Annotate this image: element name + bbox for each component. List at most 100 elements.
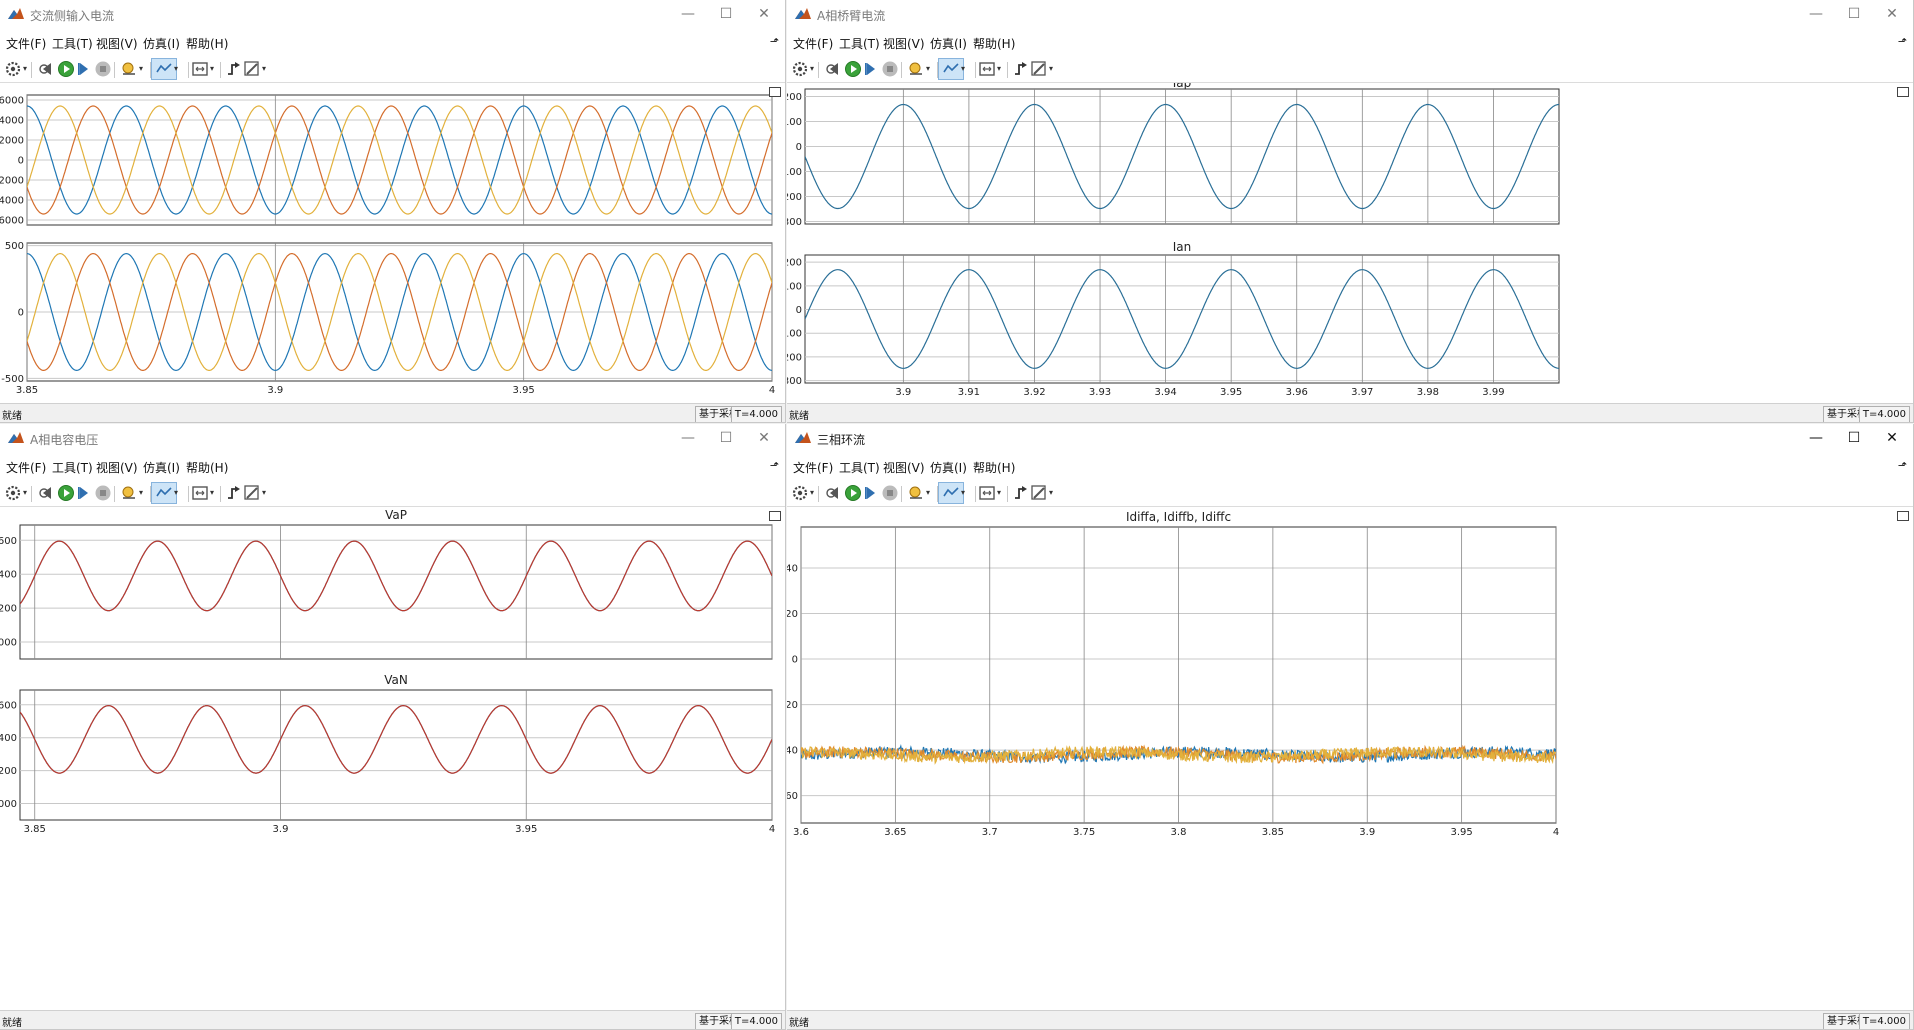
chevron-down-icon[interactable]: ▾ [997,488,1001,497]
style-icon[interactable] [1030,484,1048,502]
menu-help[interactable]: 帮助(H) [973,459,1015,476]
style-icon[interactable] [1030,60,1048,78]
maximize-button[interactable]: ☐ [711,428,741,448]
step-back-icon[interactable] [38,60,56,78]
style-icon[interactable] [243,60,261,78]
stop-icon[interactable] [94,484,112,502]
stop-icon[interactable] [881,60,899,78]
chevron-down-icon[interactable]: ▾ [23,64,27,73]
menu-file[interactable]: 文件(F) [793,35,833,52]
menu-tools[interactable]: 工具(T) [839,35,880,52]
undock-icon[interactable] [769,87,781,97]
undock-icon[interactable] [1897,87,1909,97]
menu-simulation[interactable]: 仿真(I) [143,35,180,52]
step-back-icon[interactable] [825,60,843,78]
highlight-icon[interactable] [120,60,138,78]
menu-view[interactable]: 视图(V) [883,459,925,476]
menu-simulation[interactable]: 仿真(I) [143,459,180,476]
menu-view[interactable]: 视图(V) [96,459,138,476]
chevron-down-icon[interactable]: ▾ [262,64,266,73]
run-icon[interactable] [57,60,75,78]
run-icon[interactable] [844,60,862,78]
chevron-down-icon[interactable]: ▾ [210,64,214,73]
gear-icon[interactable] [791,484,809,502]
step-back-icon[interactable] [38,484,56,502]
minimize-button[interactable]: — [1801,428,1831,448]
stop-icon[interactable] [881,484,899,502]
step-forward-icon[interactable] [862,60,880,78]
pin-icon[interactable]: ⬏ [1898,459,1907,472]
triggers-icon[interactable] [1012,60,1030,78]
pin-icon[interactable]: ⬏ [1898,35,1907,48]
menu-view[interactable]: 视图(V) [96,35,138,52]
close-button[interactable]: ✕ [1877,428,1907,448]
undock-icon[interactable] [1897,511,1909,521]
run-icon[interactable] [57,484,75,502]
menu-simulation[interactable]: 仿真(I) [930,459,967,476]
triggers-icon[interactable] [225,484,243,502]
menu-help[interactable]: 帮助(H) [973,35,1015,52]
scope-window-phase-a-capacitor-voltage[interactable]: A相电容电压 — ☐ ✕ 文件(F) 工具(T) 视图(V) 仿真(I) 帮助(… [0,424,786,1030]
run-icon[interactable] [844,484,862,502]
title-bar[interactable]: A相电容电压 — ☐ ✕ [0,424,785,452]
scale-icon[interactable] [978,484,996,502]
menu-view[interactable]: 视图(V) [883,35,925,52]
step-forward-icon[interactable] [75,60,93,78]
menu-simulation[interactable]: 仿真(I) [930,35,967,52]
scale-icon[interactable] [191,60,209,78]
chevron-down-icon[interactable]: ▾ [210,488,214,497]
step-back-icon[interactable] [825,484,843,502]
scope-window-phase-a-arm-current[interactable]: A相桥臂电流 — ☐ ✕ 文件(F) 工具(T) 视图(V) 仿真(I) 帮助(… [787,0,1914,423]
menu-help[interactable]: 帮助(H) [186,459,228,476]
gear-icon[interactable] [4,484,22,502]
step-forward-icon[interactable] [75,484,93,502]
menu-tools[interactable]: 工具(T) [52,35,93,52]
triggers-icon[interactable] [225,60,243,78]
stop-icon[interactable] [94,60,112,78]
chevron-down-icon[interactable]: ▾ [174,488,178,497]
menu-file[interactable]: 文件(F) [6,35,46,52]
chevron-down-icon[interactable]: ▾ [174,64,178,73]
step-forward-icon[interactable] [862,484,880,502]
chevron-down-icon[interactable]: ▾ [961,64,965,73]
title-bar[interactable]: 交流侧输入电流 — ☐ ✕ [0,0,785,28]
pin-icon[interactable]: ⬏ [770,459,779,472]
axes-1[interactable]: VaP 1600 1400 1200 1000 [0,508,773,660]
menu-file[interactable]: 文件(F) [6,459,46,476]
maximize-button[interactable]: ☐ [1839,4,1869,24]
close-button[interactable]: ✕ [749,4,779,24]
zoom-icon[interactable] [155,484,173,502]
menu-file[interactable]: 文件(F) [793,459,833,476]
menu-help[interactable]: 帮助(H) [186,35,228,52]
zoom-icon[interactable] [942,60,960,78]
close-button[interactable]: ✕ [1877,4,1907,24]
highlight-icon[interactable] [907,484,925,502]
chevron-down-icon[interactable]: ▾ [926,64,930,73]
scale-icon[interactable] [978,60,996,78]
title-bar[interactable]: A相桥臂电流 — ☐ ✕ [787,0,1913,28]
triggers-icon[interactable] [1012,484,1030,502]
chevron-down-icon[interactable]: ▾ [139,488,143,497]
chevron-down-icon[interactable]: ▾ [1049,488,1053,497]
minimize-button[interactable]: — [673,428,703,448]
axes-1[interactable]: 6000 4000 2000 0 -2000 -4000 -6000 [0,94,773,227]
close-button[interactable]: ✕ [749,428,779,448]
chevron-down-icon[interactable]: ▾ [961,488,965,497]
chevron-down-icon[interactable]: ▾ [139,64,143,73]
axes-2[interactable]: VaN 1600 1400 1200 1000 3.85 3.9 3.95 4 [0,673,775,835]
menu-tools[interactable]: 工具(T) [839,459,880,476]
gear-icon[interactable] [791,60,809,78]
chevron-down-icon[interactable]: ▾ [926,488,930,497]
pin-icon[interactable]: ⬏ [770,35,779,48]
style-icon[interactable] [243,484,261,502]
axes-1[interactable]: Iap 200 100 0 -100 -200 -300 [787,83,1560,228]
highlight-icon[interactable] [120,484,138,502]
zoom-icon[interactable] [155,60,173,78]
scope-window-circulating-current[interactable]: 三相环流 — ☐ ✕ 文件(F) 工具(T) 视图(V) 仿真(I) 帮助(H)… [787,424,1914,1030]
chevron-down-icon[interactable]: ▾ [1049,64,1053,73]
scale-icon[interactable] [191,484,209,502]
title-bar[interactable]: 三相环流 — ☐ ✕ [787,424,1913,452]
scope-window-ac-input-current[interactable]: 交流侧输入电流 — ☐ ✕ 文件(F) 工具(T) 视图(V) 仿真(I) 帮助… [0,0,786,423]
highlight-icon[interactable] [907,60,925,78]
gear-icon[interactable] [4,60,22,78]
